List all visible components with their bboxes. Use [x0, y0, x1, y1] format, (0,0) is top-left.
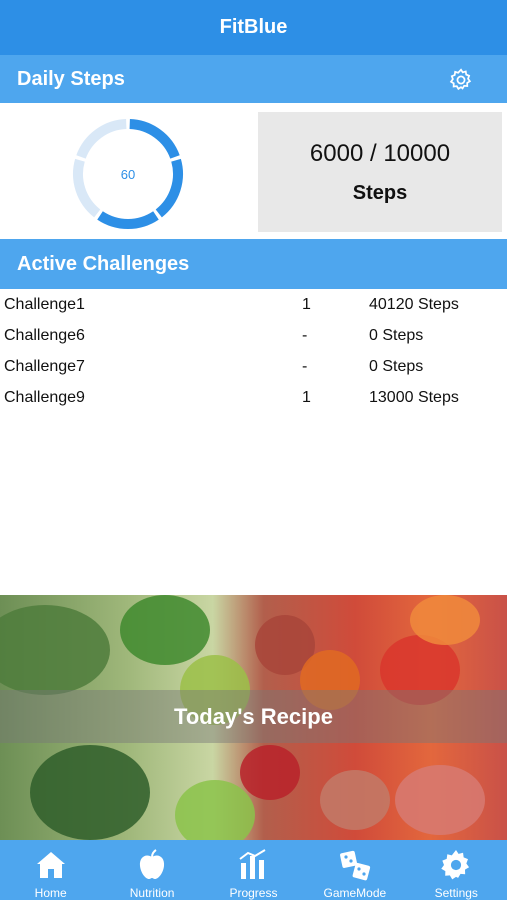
vegetable-image	[30, 745, 150, 840]
bottom-tab-bar: Home Nutrition Progress GameMode Setting…	[0, 840, 507, 900]
tab-gamemode-label: GameMode	[323, 886, 387, 900]
tab-progress-label: Progress	[229, 886, 278, 900]
dice-icon	[339, 850, 370, 881]
active-challenges-title: Active Challenges	[17, 252, 190, 275]
progress-ring-label: 60	[120, 166, 136, 182]
daily-steps-panel: 60 6000 / 10000 Steps	[0, 103, 507, 239]
tab-gamemode[interactable]: GameMode	[304, 840, 405, 900]
challenge-rank: -	[302, 358, 308, 375]
challenge-name: Challenge1	[4, 296, 85, 313]
home-icon	[36, 852, 65, 878]
vegetable-image	[410, 595, 480, 645]
gear-icon[interactable]	[448, 67, 474, 93]
challenge-rank: 1	[302, 389, 311, 406]
app-title: FitBlue	[219, 16, 288, 38]
vegetable-image	[395, 765, 485, 835]
active-challenges-header: Active Challenges	[0, 239, 507, 289]
challenge-list: Challenge1 1 40120 Steps Challenge6 - 0 …	[0, 289, 507, 413]
challenge-row[interactable]: Challenge6 - 0 Steps	[0, 320, 507, 351]
tab-home-label: Home	[34, 886, 67, 900]
vegetable-image	[240, 745, 300, 800]
vegetable-image	[120, 595, 210, 665]
tab-progress[interactable]: Progress	[203, 840, 304, 900]
challenge-row[interactable]: Challenge1 1 40120 Steps	[0, 289, 507, 320]
challenge-rank: -	[302, 327, 308, 344]
todays-recipe-label-strip: Today's Recipe	[0, 690, 507, 743]
challenge-row[interactable]: Challenge9 1 13000 Steps	[0, 382, 507, 413]
tab-nutrition-label: Nutrition	[129, 886, 175, 900]
gear-icon	[441, 850, 470, 880]
vegetable-image	[320, 770, 390, 830]
apple-icon	[139, 849, 165, 879]
daily-steps-title: Daily Steps	[17, 67, 125, 90]
tab-settings[interactable]: Settings	[406, 840, 507, 900]
challenge-steps: 0 Steps	[369, 327, 424, 344]
challenge-steps: 13000 Steps	[369, 389, 459, 406]
challenge-name: Challenge9	[4, 389, 85, 406]
steps-unit: Steps	[352, 181, 408, 204]
vegetable-image	[175, 780, 255, 840]
challenge-rank: 1	[302, 296, 311, 313]
app-title-bar: FitBlue	[0, 0, 507, 55]
tab-nutrition[interactable]: Nutrition	[102, 840, 203, 900]
steps-progress-ring: 60	[71, 117, 185, 231]
challenge-row[interactable]: Challenge7 - 0 Steps	[0, 351, 507, 382]
todays-recipe-banner[interactable]: Today's Recipe	[0, 595, 507, 840]
challenge-steps: 40120 Steps	[369, 296, 459, 313]
daily-steps-header: Daily Steps	[0, 55, 507, 103]
todays-recipe-label: Today's Recipe	[174, 703, 333, 729]
tab-home[interactable]: Home	[0, 840, 101, 900]
challenge-steps: 0 Steps	[369, 358, 424, 375]
challenge-name: Challenge7	[4, 358, 85, 375]
challenge-name: Challenge6	[4, 327, 85, 344]
bar-chart-icon	[239, 849, 266, 879]
vegetable-image	[0, 605, 110, 695]
steps-summary-box: 6000 / 10000 Steps	[258, 112, 502, 232]
tab-settings-label: Settings	[434, 886, 478, 900]
steps-count: 6000 / 10000	[309, 139, 451, 167]
